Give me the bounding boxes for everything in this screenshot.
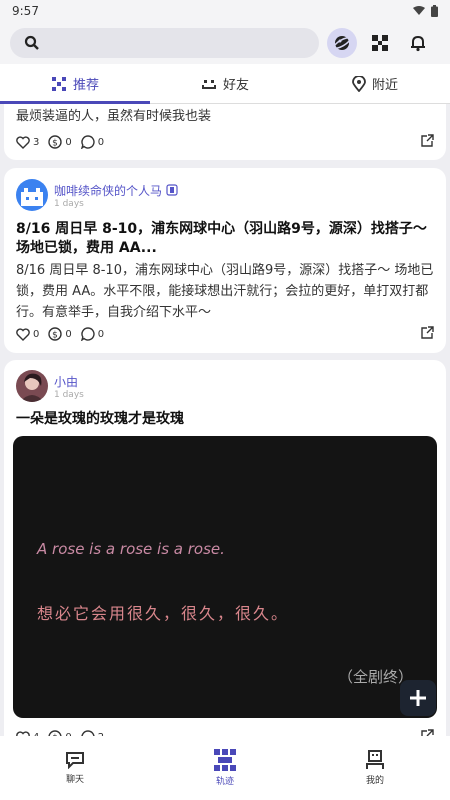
coin-count: 0 <box>65 328 72 340</box>
post-author[interactable]: 小由 1 days <box>16 370 84 402</box>
post-time: 1 days <box>54 198 84 209</box>
coin-button[interactable]: $ 0 <box>48 327 72 341</box>
post-card[interactable]: 咖啡续命侠的个人马 1 days 8/16 周日早 8-10，浦东网球中心（羽山… <box>4 168 446 353</box>
post-title: 一朵是玫瑰的玫瑰才是玫瑰 <box>16 411 184 427</box>
share-button[interactable] <box>421 729 434 736</box>
svg-text:$: $ <box>53 331 59 341</box>
image-caption-en: A rose is a rose is a rose. <box>37 540 225 558</box>
post-text: 8/16 周日早 8-10，浦东网球中心（羽山路9号，源深）找搭子～ 场地已锁，… <box>16 263 434 320</box>
nav-profile[interactable]: 我的 <box>300 736 450 800</box>
comment-bubble-icon <box>80 135 95 149</box>
share-icon <box>421 729 434 736</box>
location-pin-icon <box>352 75 366 92</box>
tab-recommend-label: 推荐 <box>72 78 99 93</box>
post-card[interactable]: 最烦装逼的人，虽然有时候我也装 3 $ 0 0 <box>4 104 446 160</box>
post-actions: 3 $ 0 0 <box>16 134 434 150</box>
share-button[interactable] <box>421 326 434 342</box>
recommend-icon <box>51 76 66 91</box>
search-input[interactable] <box>10 28 319 58</box>
heart-icon <box>16 327 30 341</box>
tab-friends-label: 好友 <box>222 78 249 93</box>
comment-bubble-icon <box>80 327 95 341</box>
profile-icon <box>366 750 384 769</box>
feed[interactable]: 最烦装逼的人，虽然有时候我也装 3 $ 0 0 咖啡续命侠的个人马 1 days… <box>0 104 450 736</box>
heart-icon <box>16 135 30 149</box>
post-time: 1 days <box>54 389 84 400</box>
post-title: 8/16 周日早 8-10，浦东网球中心（羽山路9号，源深）找搭子～ 场地已锁，… <box>16 221 427 256</box>
status-icons <box>413 5 438 17</box>
share-icon <box>421 326 434 339</box>
svg-text:$: $ <box>53 139 59 149</box>
bottom-nav: 聊天 轨迹 我的 <box>0 736 450 800</box>
wifi-icon <box>413 6 425 15</box>
plus-icon <box>410 690 426 706</box>
like-button[interactable]: 3 <box>16 135 40 149</box>
tab-friends[interactable]: 好友 <box>150 64 300 103</box>
coin-icon: $ <box>48 327 63 341</box>
coin-button[interactable]: $ 0 <box>48 135 72 149</box>
tab-nearby[interactable]: 附近 <box>300 64 450 103</box>
like-count: 0 <box>33 328 40 340</box>
like-count: 3 <box>33 136 40 148</box>
author-name[interactable]: 咖啡续命侠的个人马 <box>54 182 162 199</box>
share-icon <box>421 134 434 147</box>
feed-tabs: 推荐 好友 附近 <box>0 64 450 104</box>
coin-count: 0 <box>65 136 72 148</box>
share-button[interactable] <box>421 134 434 150</box>
nav-profile-label: 我的 <box>365 776 384 786</box>
search-icon <box>24 35 39 50</box>
nav-track-label: 轨迹 <box>215 777 234 787</box>
bell-icon <box>411 35 425 52</box>
post-image[interactable]: A rose is a rose is a rose. 想必它会用很久，很久，很… <box>13 436 437 718</box>
post-actions: 4 $ 0 2 <box>16 729 434 736</box>
nav-track[interactable]: 轨迹 <box>150 736 300 800</box>
author-name[interactable]: 小由 <box>54 373 84 390</box>
post-card[interactable]: 小由 1 days 一朵是玫瑰的玫瑰才是玫瑰 A rose is a rose … <box>4 360 446 736</box>
notification-button[interactable] <box>403 28 433 58</box>
add-post-button[interactable] <box>400 680 436 716</box>
battery-icon <box>431 5 438 17</box>
tab-nearby-label: 附近 <box>371 78 398 93</box>
comment-count: 0 <box>97 136 105 148</box>
planet-icon <box>333 36 351 50</box>
scan-icon <box>372 35 388 51</box>
comment-count: 0 <box>97 328 105 340</box>
comment-button[interactable]: 0 <box>80 135 105 149</box>
planet-button[interactable] <box>327 28 357 58</box>
chat-icon <box>66 752 84 769</box>
like-button[interactable]: 0 <box>16 327 40 341</box>
track-icon <box>214 749 236 771</box>
post-text: 最烦装逼的人，虽然有时候我也装 <box>16 109 212 124</box>
scan-button[interactable] <box>365 28 395 58</box>
top-bar <box>0 22 450 64</box>
avatar[interactable] <box>16 179 48 211</box>
verified-badge-icon <box>166 184 178 196</box>
nav-chat-label: 聊天 <box>65 775 84 785</box>
post-author[interactable]: 咖啡续命侠的个人马 1 days <box>16 179 178 211</box>
status-time: 9:57 <box>12 4 39 18</box>
comment-button[interactable]: 0 <box>80 327 105 341</box>
nav-chat[interactable]: 聊天 <box>0 736 150 800</box>
post-actions: 0 $ 0 0 <box>16 326 434 342</box>
image-caption-zh: 想必它会用很久，很久，很久。 <box>37 604 290 623</box>
avatar[interactable] <box>16 370 48 402</box>
tab-recommend[interactable]: 推荐 <box>0 64 150 104</box>
status-bar: 9:57 <box>0 0 450 22</box>
coin-icon: $ <box>48 135 63 149</box>
smile-icon <box>201 79 216 89</box>
